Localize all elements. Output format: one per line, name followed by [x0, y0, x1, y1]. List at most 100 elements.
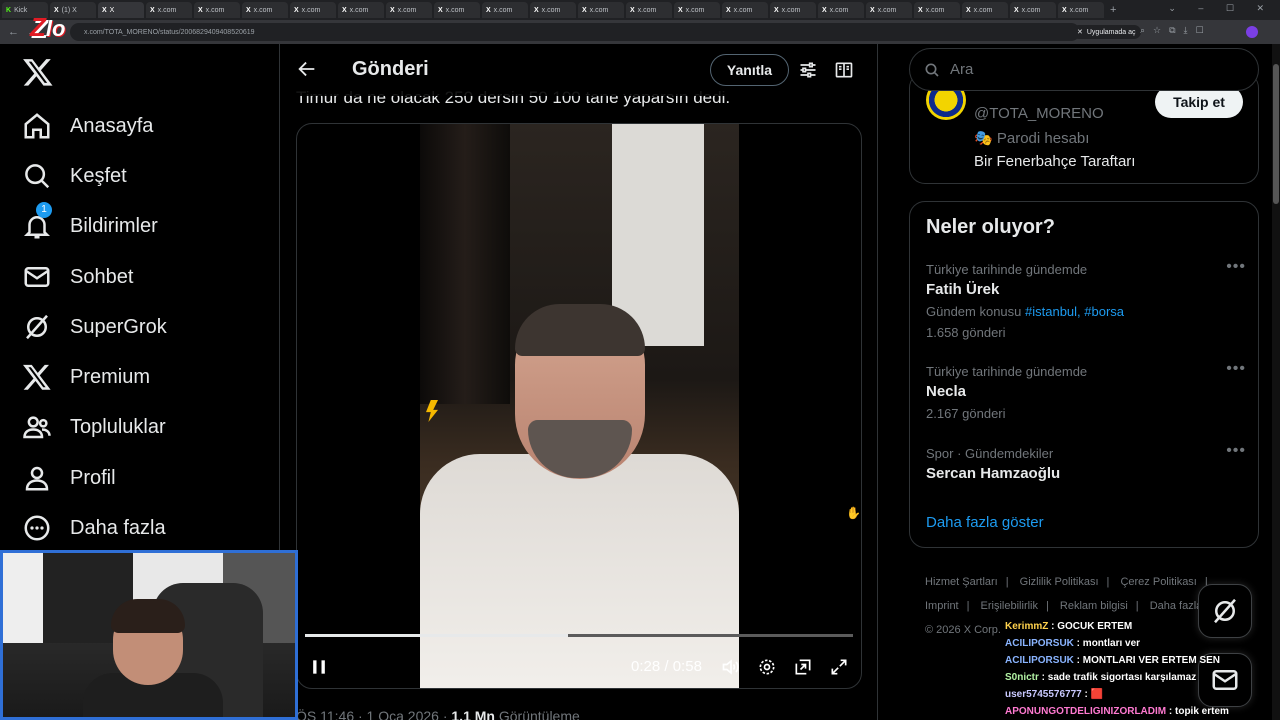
sidebar-item-communities[interactable]: Topluluklar: [22, 407, 166, 447]
search-input[interactable]: Ara: [909, 48, 1259, 91]
page-scrollbar[interactable]: [1272, 44, 1280, 720]
chat-message: ACILIPORSUK : montları ver: [1005, 638, 1141, 649]
sidebar-item-label: Profil: [70, 466, 116, 489]
footer-link[interactable]: Daha fazla: [1150, 600, 1203, 612]
video-time: 0:28 / 0:58: [631, 658, 702, 675]
x-icon: [23, 364, 51, 390]
trend-topic: Gündem konusu #istanbul, #borsa: [926, 304, 1125, 319]
profile-avatar-icon[interactable]: [1246, 26, 1258, 38]
browser-tab[interactable]: Xx.com: [242, 2, 288, 18]
trend-item[interactable]: Türkiye tarihinde gündemde Necla 2.167 g…: [926, 360, 1246, 421]
footer-link[interactable]: Hizmet Şartları: [925, 576, 998, 588]
grok-icon: [26, 314, 48, 340]
fullscreen-icon[interactable]: [829, 657, 849, 677]
browser-tab[interactable]: Xx.com: [674, 2, 720, 18]
browser-tab[interactable]: Xx.com: [962, 2, 1008, 18]
trend-item[interactable]: Spor · Gündemdekiler Sercan Hamzaoğlu ••…: [926, 442, 1246, 482]
webcam-overlay: [0, 550, 298, 720]
back-nav-icon[interactable]: ←: [8, 26, 19, 38]
url-bar: ← → x.com/TOTA_MORENO/status/20068294094…: [0, 20, 1280, 44]
new-tab-icon[interactable]: +: [1110, 4, 1116, 16]
more-options-icon[interactable]: •••: [1226, 360, 1246, 378]
sidebar-item-label: Topluluklar: [70, 415, 166, 438]
browser-tab[interactable]: Xx.com: [530, 2, 576, 18]
reader-view-icon[interactable]: [834, 60, 854, 80]
profile-handle[interactable]: @TOTA_MORENO: [974, 105, 1104, 122]
stream-chat-overlay: KerimmZ : GOCUK ERTEM ACILIPORSUK : mont…: [1005, 618, 1265, 720]
video-frame: [420, 124, 739, 688]
trend-hashtags[interactable]: #istanbul, #borsa: [1025, 304, 1124, 319]
chat-message: ACILIPORSUK : MONTLARI VER ERTEM SEN: [1005, 655, 1221, 666]
video-progress-bar[interactable]: [305, 634, 853, 637]
footer-link[interactable]: Çerez Politikası: [1120, 576, 1196, 588]
video-player[interactable]: 0:28 / 0:58: [296, 123, 862, 689]
browser-tab[interactable]: Xx.com: [626, 2, 672, 18]
trend-item[interactable]: Türkiye tarihinde gündemde Fatih Ürek Gü…: [926, 258, 1246, 340]
filter-settings-icon[interactable]: [798, 60, 818, 80]
mail-icon: [24, 267, 50, 287]
home-icon: [24, 113, 50, 139]
footer-link[interactable]: Reklam bilgisi: [1060, 600, 1128, 612]
sidebar-item-home[interactable]: Anasayfa: [22, 106, 153, 146]
browser-tab[interactable]: Xx.com: [914, 2, 960, 18]
pause-icon[interactable]: [309, 657, 329, 677]
browser-tab[interactable]: Xx.com: [290, 2, 336, 18]
profile-bio: Bir Fenerbahçe Taraftarı: [974, 153, 1136, 170]
show-more-link[interactable]: Daha fazla göster: [926, 514, 1044, 531]
footer-link[interactable]: Erişilebilirlik: [981, 600, 1038, 612]
sidebar-item-chat[interactable]: Sohbet: [22, 257, 133, 297]
browser-tab[interactable]: Xx.com: [146, 2, 192, 18]
browser-tab[interactable]: Xx.com: [818, 2, 864, 18]
sidebar-item-label: Anasayfa: [70, 114, 154, 137]
post-meta: ÖS 11:46 · 1 Oca 2026 · 1,1 Mn Görüntüle…: [296, 708, 580, 720]
trend-count: 1.658 gönderi: [926, 325, 1006, 340]
browser-tab[interactable]: Xx.com: [434, 2, 480, 18]
search-icon: [925, 63, 939, 77]
address-field[interactable]: x.com/TOTA_MORENO/status/200682940940852…: [70, 23, 1080, 41]
more-options-icon[interactable]: •••: [1226, 442, 1246, 460]
browser-tab-strip: K Kick X (1) X XX Xx.com Xx.com Xx.com Xx.…: [0, 0, 1280, 20]
window-controls-icon[interactable]: ⌄ – ☐ ✕: [1168, 3, 1274, 14]
browser-tab[interactable]: Xx.com: [1010, 2, 1056, 18]
sidebar-item-label: Daha fazla: [70, 516, 166, 539]
browser-tab[interactable]: Xx.com: [722, 2, 768, 18]
x-logo-icon[interactable]: [22, 56, 54, 88]
sidebar-item-label: SuperGrok: [70, 315, 167, 338]
browser-tab[interactable]: Xx.com: [194, 2, 240, 18]
sidebar-item-notifications[interactable]: 1 Bildirimler: [22, 202, 158, 246]
footer-link[interactable]: Imprint: [925, 600, 959, 612]
browser-tab[interactable]: Xx.com: [1058, 2, 1104, 18]
browser-tab[interactable]: Xx.com: [866, 2, 912, 18]
post-column: Gönderi Yanıtla Timur da ne olacak 250 d…: [280, 44, 878, 720]
trend-context: Türkiye tarihinde gündemde: [926, 262, 1088, 277]
open-in-app-chip[interactable]: ✕ Uygulamada aç: [1072, 25, 1141, 39]
sidebar-item-supergrok[interactable]: SuperGrok: [22, 307, 167, 347]
footer-link[interactable]: Gizlilik Politikası: [1020, 576, 1099, 588]
picture-in-picture-icon[interactable]: [793, 657, 813, 677]
settings-gear-icon[interactable]: [757, 657, 777, 677]
sidebar-item-label: Keşfet: [70, 164, 127, 187]
trend-context: Spor · Gündemdekiler: [926, 446, 1054, 461]
sidebar-item-profile[interactable]: Profil: [22, 458, 116, 498]
volume-icon[interactable]: [721, 657, 741, 677]
browser-tab[interactable]: Xx.com: [386, 2, 432, 18]
trend-name: Fatih Ürek: [926, 281, 1000, 298]
sidebar-item-explore[interactable]: Keşfet: [22, 156, 127, 196]
people-icon: [23, 416, 51, 439]
notification-badge: 1: [36, 202, 52, 218]
browser-tab-active[interactable]: XX: [98, 2, 144, 18]
trend-context: Türkiye tarihinde gündemde: [926, 364, 1088, 379]
sidebar-item-premium[interactable]: Premium: [22, 357, 150, 397]
browser-tab[interactable]: Xx.com: [578, 2, 624, 18]
browser-tab[interactable]: Xx.com: [482, 2, 528, 18]
more-options-icon[interactable]: •••: [1226, 258, 1246, 276]
sidebar-item-more[interactable]: Daha fazla: [22, 508, 166, 548]
browser-toolbar-icons[interactable]: ⌕☆⧉⤓☐: [1140, 25, 1212, 36]
browser-tab[interactable]: Xx.com: [770, 2, 816, 18]
reply-button[interactable]: Yanıtla: [710, 54, 789, 86]
back-arrow-icon[interactable]: [296, 58, 318, 80]
search-placeholder: Ara: [950, 61, 974, 78]
streamer-logo: Zlo: [30, 12, 66, 42]
browser-tab[interactable]: Xx.com: [338, 2, 384, 18]
search-icon: [25, 164, 50, 189]
